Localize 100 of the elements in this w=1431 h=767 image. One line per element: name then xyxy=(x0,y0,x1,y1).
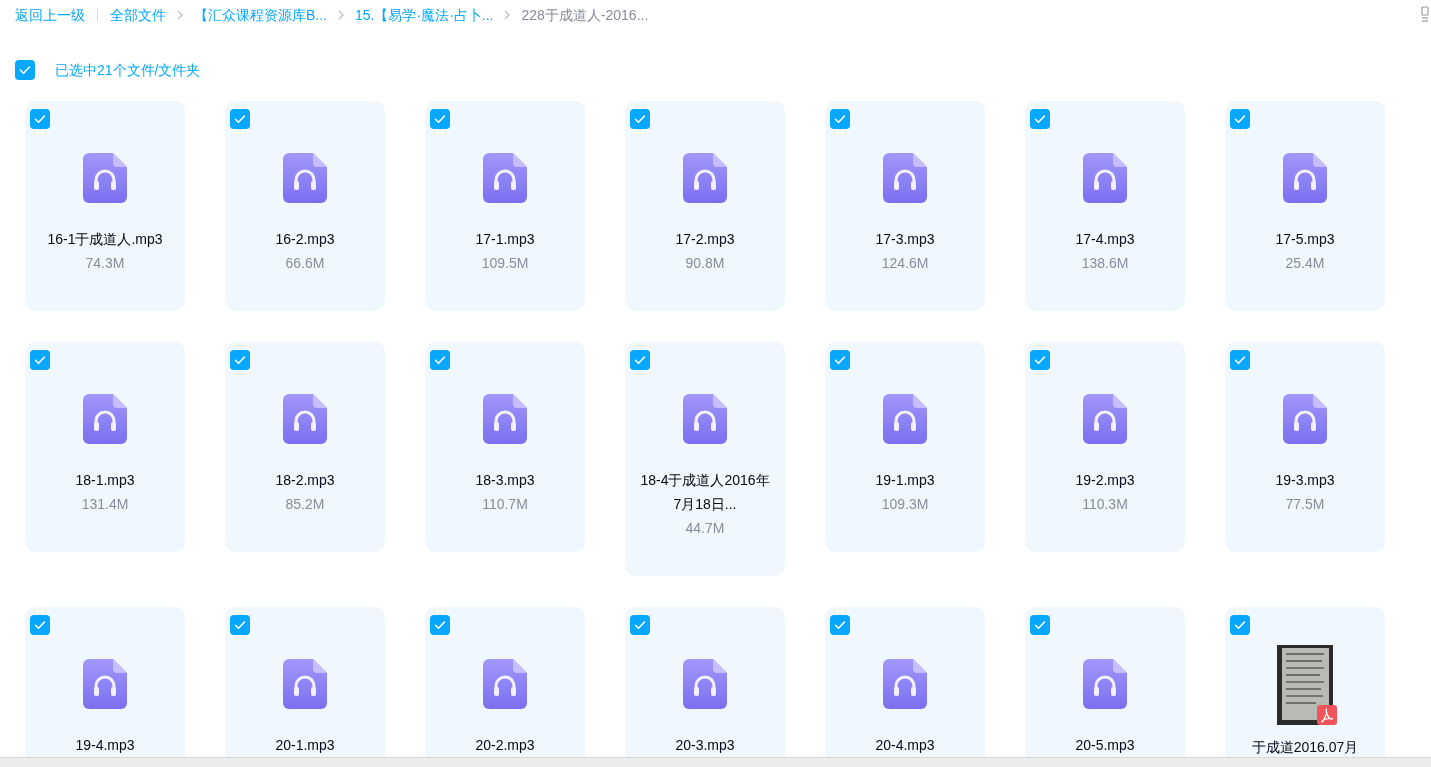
checkbox[interactable] xyxy=(430,109,450,129)
audio-file-icon xyxy=(1283,394,1327,444)
file-card[interactable]: 17-2.mp3 90.8M xyxy=(625,101,785,311)
checkbox[interactable] xyxy=(430,615,450,635)
file-size: 85.2M xyxy=(285,495,325,514)
checkbox[interactable] xyxy=(230,615,250,635)
file-card[interactable]: 20-1.mp3 xyxy=(225,607,385,757)
view-icon[interactable] xyxy=(1421,6,1429,22)
file-name: 17-2.mp3 xyxy=(674,230,736,249)
file-card[interactable]: 17-3.mp3 124.6M xyxy=(825,101,985,311)
audio-file-icon xyxy=(83,394,127,444)
file-name: 20-4.mp3 xyxy=(874,736,936,755)
file-name: 18-3.mp3 xyxy=(474,471,536,490)
audio-file-icon xyxy=(1083,153,1127,203)
file-name: 18-4于成道人2016年7月18日... xyxy=(639,471,771,514)
file-card[interactable]: 18-4于成道人2016年7月18日... 44.7M xyxy=(625,342,785,576)
checkbox[interactable] xyxy=(630,350,650,370)
file-card[interactable]: 于成道2016.07月 xyxy=(1225,607,1385,757)
audio-file-icon xyxy=(683,153,727,203)
checkbox[interactable] xyxy=(1230,109,1250,129)
checkbox[interactable] xyxy=(630,109,650,129)
file-size: 90.8M xyxy=(685,254,725,273)
file-name: 17-1.mp3 xyxy=(474,230,536,249)
file-size: 138.6M xyxy=(1081,254,1129,273)
checkbox[interactable] xyxy=(430,350,450,370)
file-size: 109.5M xyxy=(481,254,529,273)
file-card[interactable]: 16-2.mp3 66.6M xyxy=(225,101,385,311)
file-size: 109.3M xyxy=(881,495,929,514)
file-card[interactable]: 17-1.mp3 109.5M xyxy=(425,101,585,311)
audio-file-icon xyxy=(483,394,527,444)
file-card[interactable]: 20-2.mp3 xyxy=(425,607,585,757)
file-card[interactable]: 17-4.mp3 138.6M xyxy=(1025,101,1185,311)
file-name: 19-2.mp3 xyxy=(1074,471,1136,490)
file-name: 于成道2016.07月 xyxy=(1250,738,1360,757)
file-name: 17-4.mp3 xyxy=(1074,230,1136,249)
audio-file-icon xyxy=(683,659,727,709)
file-name: 18-1.mp3 xyxy=(74,471,136,490)
audio-file-icon xyxy=(283,153,327,203)
file-card[interactable]: 20-5.mp3 xyxy=(1025,607,1185,757)
file-card[interactable]: 19-1.mp3 109.3M xyxy=(825,342,985,552)
breadcrumb-link[interactable]: 228于成道人-2016... xyxy=(521,4,649,26)
file-name: 17-3.mp3 xyxy=(874,230,936,249)
checkbox[interactable] xyxy=(30,109,50,129)
checkbox[interactable] xyxy=(830,350,850,370)
file-card[interactable]: 17-5.mp3 25.4M xyxy=(1225,101,1385,311)
audio-file-icon xyxy=(483,659,527,709)
file-size: 44.7M xyxy=(685,519,725,538)
file-name: 19-4.mp3 xyxy=(74,736,136,755)
file-size: 131.4M xyxy=(81,495,129,514)
file-size: 110.7M xyxy=(482,495,528,514)
file-name: 20-1.mp3 xyxy=(274,736,336,755)
checkbox[interactable] xyxy=(1230,350,1250,370)
audio-file-icon xyxy=(283,394,327,444)
checkbox[interactable] xyxy=(230,109,250,129)
file-card[interactable]: 19-3.mp3 77.5M xyxy=(1225,342,1385,552)
audio-file-icon xyxy=(83,153,127,203)
file-name: 19-1.mp3 xyxy=(874,471,936,490)
checkbox[interactable] xyxy=(30,615,50,635)
checkbox[interactable] xyxy=(830,109,850,129)
file-card[interactable]: 19-2.mp3 110.3M xyxy=(1025,342,1185,552)
audio-file-icon xyxy=(1083,394,1127,444)
audio-file-icon xyxy=(1283,153,1327,203)
checkbox[interactable] xyxy=(230,350,250,370)
checkbox[interactable] xyxy=(630,615,650,635)
file-card[interactable]: 18-1.mp3 131.4M xyxy=(25,342,185,552)
pdf-badge-icon xyxy=(1317,705,1337,725)
file-name: 19-3.mp3 xyxy=(1274,471,1336,490)
file-name: 20-2.mp3 xyxy=(474,736,536,755)
file-name: 20-5.mp3 xyxy=(1074,736,1136,755)
checkbox[interactable] xyxy=(1230,615,1250,635)
chevron-icon xyxy=(337,10,345,20)
file-card[interactable]: 20-4.mp3 xyxy=(825,607,985,757)
file-name: 16-2.mp3 xyxy=(274,230,336,249)
audio-file-icon xyxy=(283,659,327,709)
chevron-icon xyxy=(176,10,184,20)
file-size: 74.3M xyxy=(85,254,125,273)
checkbox[interactable] xyxy=(1030,615,1050,635)
file-size: 25.4M xyxy=(1285,254,1325,273)
checkbox[interactable] xyxy=(30,350,50,370)
checkbox[interactable] xyxy=(15,60,35,80)
chevron-icon xyxy=(503,10,512,20)
file-name: 16-1于成道人.mp3 xyxy=(46,230,164,249)
file-size: 124.6M xyxy=(881,254,929,273)
checkbox[interactable] xyxy=(1030,350,1050,370)
file-card[interactable]: 18-3.mp3 110.7M xyxy=(425,342,585,552)
audio-file-icon xyxy=(483,153,527,203)
checkbox[interactable] xyxy=(1030,109,1050,129)
audio-file-icon xyxy=(83,659,127,709)
file-size: 66.6M xyxy=(285,254,325,273)
audio-file-icon xyxy=(883,394,927,444)
file-name: 18-2.mp3 xyxy=(274,471,336,490)
file-card[interactable]: 20-3.mp3 xyxy=(625,607,785,757)
file-card[interactable]: 18-2.mp3 85.2M xyxy=(225,342,385,552)
file-size: 110.3M xyxy=(1082,495,1128,514)
checkbox[interactable] xyxy=(830,615,850,635)
file-card[interactable]: 16-1于成道人.mp3 74.3M xyxy=(25,101,185,311)
file-name: 20-3.mp3 xyxy=(674,736,736,755)
file-size: 77.5M xyxy=(1285,495,1325,514)
selection-count: 已选中21个文件/文件夹 xyxy=(55,60,201,80)
file-card[interactable]: 19-4.mp3 xyxy=(25,607,185,757)
